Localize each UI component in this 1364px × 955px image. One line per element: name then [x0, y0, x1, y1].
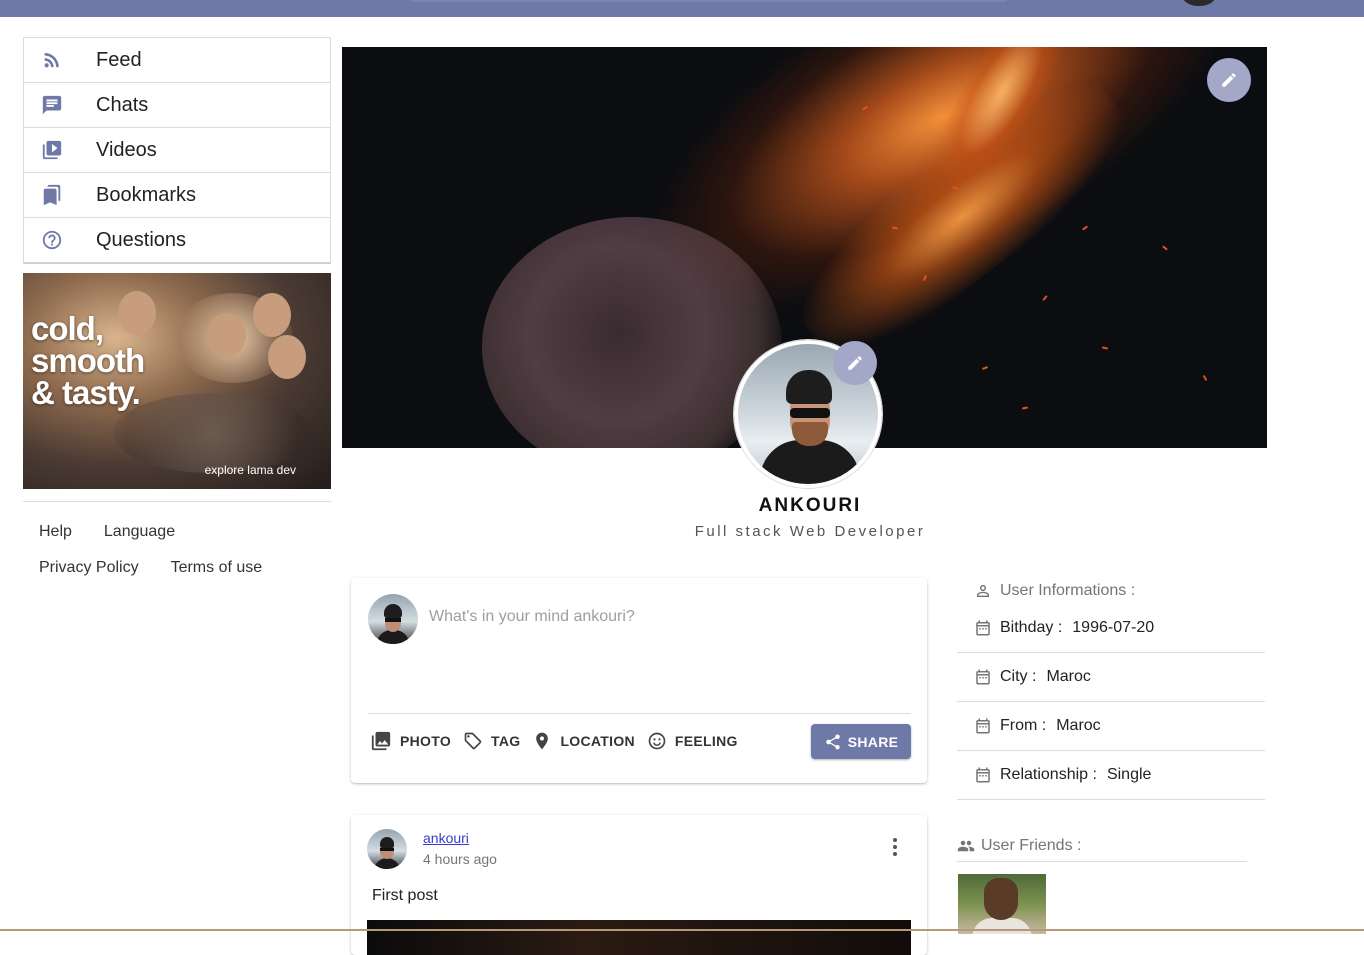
sidebar-item-label: Chats — [96, 93, 149, 116]
sidebar-item-questions[interactable]: Questions — [24, 218, 330, 262]
profile-name: ANKOURI — [758, 495, 862, 516]
tag-icon — [464, 732, 482, 750]
edit-avatar-button[interactable] — [833, 341, 877, 385]
more-vert-icon[interactable] — [883, 835, 907, 859]
post-author-link[interactable]: ankouri — [423, 830, 469, 846]
post-image — [367, 920, 911, 955]
language-link[interactable]: Language — [104, 514, 175, 550]
edit-icon — [1222, 73, 1236, 87]
sidebar-item-videos[interactable]: Videos — [24, 128, 330, 173]
sidebar-item-label: Videos — [96, 138, 157, 161]
tag-option[interactable]: TAG — [463, 731, 520, 751]
calendar-icon — [976, 718, 990, 734]
user-friends-title: User Friends : — [957, 837, 1247, 862]
person-outline-icon — [977, 585, 989, 597]
share-input[interactable] — [429, 608, 899, 626]
help-link[interactable]: Help — [39, 514, 72, 550]
sidebar-item-feed[interactable]: Feed — [24, 38, 330, 83]
feeling-option[interactable]: FEELING — [647, 731, 738, 751]
share-box: PHOTO TAG LOCATION FEELING SHARE — [351, 578, 927, 783]
help-outline-icon — [24, 229, 96, 251]
calendar-icon — [976, 669, 990, 685]
top-navbar — [0, 0, 1364, 17]
terms-of-use-link[interactable]: Terms of use — [171, 550, 263, 586]
user-info-title: User Informations : — [957, 578, 1265, 604]
sidebar-menu: Feed Chats Videos Bookmarks Questions — [23, 37, 331, 264]
ad-slogan: cold, smooth & tasty. — [31, 310, 145, 411]
video-library-icon — [24, 139, 96, 161]
sidebar-ad-image[interactable]: cold, smooth & tasty. explore lama dev — [23, 273, 331, 489]
sidebar-item-label: Questions — [96, 228, 187, 251]
profile-bio: Full stack Web Developer — [694, 523, 926, 540]
post-text: First post — [372, 887, 438, 904]
navbar-avatar[interactable] — [1183, 0, 1215, 6]
post-timestamp: 4 hours ago — [423, 851, 497, 867]
share-icon — [825, 734, 840, 749]
avatar — [368, 594, 418, 644]
share-divider — [368, 713, 911, 714]
share-actions: PHOTO TAG LOCATION FEELING — [370, 730, 750, 752]
page-bottom-border — [0, 929, 1364, 931]
location-icon — [536, 732, 549, 750]
footer-links: Help Language Privacy Policy Terms of us… — [23, 502, 331, 586]
share-button[interactable]: SHARE — [811, 724, 911, 759]
post-card: ankouri 4 hours ago First post — [351, 815, 927, 955]
privacy-policy-link[interactable]: Privacy Policy — [39, 550, 139, 586]
calendar-icon — [976, 767, 990, 783]
ad-cta: explore lama dev — [204, 463, 296, 477]
people-icon — [957, 840, 975, 851]
location-option[interactable]: LOCATION — [532, 731, 635, 751]
user-friends-panel: User Friends : — [957, 837, 1247, 934]
emoji-icon — [648, 732, 666, 750]
sidebar-item-bookmarks[interactable]: Bookmarks — [24, 173, 330, 218]
rss-feed-icon — [24, 49, 96, 71]
left-sidebar: Feed Chats Videos Bookmarks Questions co… — [23, 37, 331, 586]
avatar — [367, 829, 407, 869]
search-bar[interactable] — [410, 0, 1008, 2]
calendar-icon — [976, 620, 990, 636]
photo-option[interactable]: PHOTO — [370, 730, 451, 752]
sidebar-item-label: Bookmarks — [96, 183, 197, 206]
photo-library-icon — [371, 731, 391, 751]
edit-cover-button[interactable] — [1207, 58, 1251, 102]
info-row-birthday: Bithday : 1996-07-20 — [957, 604, 1265, 653]
sidebar-item-chats[interactable]: Chats — [24, 83, 330, 128]
info-row-relationship: Relationship : Single — [957, 751, 1265, 800]
info-row-city: City : Maroc — [957, 653, 1265, 702]
friend-avatar[interactable] — [958, 874, 1046, 934]
sidebar-item-label: Feed — [96, 48, 142, 71]
info-row-from: From : Maroc — [957, 702, 1265, 751]
edit-icon — [848, 356, 862, 370]
chat-icon — [24, 94, 96, 116]
user-info-panel: User Informations : Bithday : 1996-07-20… — [957, 578, 1265, 800]
bookmarks-icon — [24, 184, 96, 206]
